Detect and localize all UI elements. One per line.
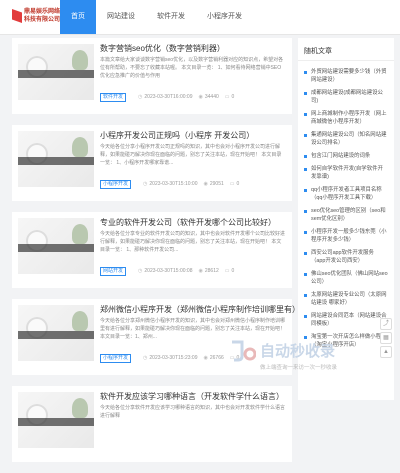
article-meta: 小程序开发 ◷ 2023-03-30T15:23:09 ◉ 26766 ▭ 0 (100, 353, 239, 363)
site-logo[interactable]: 鼎易娱乐网络 科技有限公司 (12, 6, 60, 28)
article-title[interactable]: 小程序开发公司正规吗（小程序 开发公司） (100, 130, 254, 141)
back-to-top-icon[interactable]: ▲ (380, 346, 392, 358)
comment-icon: ▭ (224, 268, 230, 274)
watermark-subtitle: 做上端查询一来访一次一秒收录 (260, 365, 338, 371)
article-title[interactable]: 专业的软件开发公司（软件开发哪个公司比较好） (100, 217, 276, 228)
article-date: 2023-03-30T16:00:09 (144, 94, 193, 100)
logo-mark-icon (12, 9, 22, 23)
article-card: 数字营销seo优化（数字营销利器） 本篇文章给大家谈谈数字营销seo优化，以及数… (12, 38, 292, 114)
article-views: 34440 (204, 94, 219, 100)
article-summary: 本篇文章给大家谈谈数字营销seo优化，以及数字营销利器对应的知识点，希望对各位有… (100, 57, 284, 79)
article-summary: 今天给各位分享软件开发应该学习哪种语言的知识，其中也会对开发软件学什么语言进行解… (100, 405, 286, 419)
sidebar-link[interactable]: 成都网站建设(成都网站建设公司) (304, 89, 388, 105)
share-icon[interactable]: ⤴ (380, 318, 392, 330)
article-views: 26766 (209, 355, 224, 361)
article-comments: 0 (236, 181, 240, 187)
sidebar-title: 随机文章 (298, 38, 394, 61)
eye-icon: ◉ (198, 94, 203, 100)
qrcode-icon[interactable]: ▦ (380, 332, 392, 344)
sidebar-link[interactable]: seo优化seo管理的区别（seo和sem优化区别） (304, 207, 388, 223)
article-thumbnail[interactable] (18, 218, 94, 274)
article-card: 专业的软件开发公司（软件开发哪个公司比较好） 今天给各位分享专业的软件开发公司的… (12, 212, 292, 288)
sidebar-link[interactable]: 外贸网站建设需要多少钱（外贸 网站建设） (304, 68, 388, 84)
sidebar-link[interactable]: 佛山seo优化团队（佛山网站seo公司） (304, 270, 388, 286)
clock-icon: ◷ (138, 268, 143, 274)
article-card: 小程序开发公司正规吗（小程序 开发公司） 今天给各位分享小程序开发公司正规吗的知… (12, 125, 292, 201)
article-date: 2023-03-30T15:23:09 (149, 355, 198, 361)
article-comments: 0 (231, 268, 235, 274)
clock-icon: ◷ (143, 355, 148, 361)
sidebar-link[interactable]: 网站建设合同范本（网站建设合同模板） (304, 312, 388, 328)
sidebar-list: 外贸网站建设需要多少钱（外贸 网站建设） 成都网站建设(成都网站建设公司) 网上… (298, 61, 394, 356)
article-views: 28612 (204, 268, 219, 274)
eye-icon: ◉ (203, 355, 208, 361)
article-date: 2023-03-30T15:10:00 (149, 181, 198, 187)
sidebar-link[interactable]: 集通网站建设公司（知名网站建设公司排名） (304, 131, 388, 147)
article-summary: 今天给各位分享专业的软件开发公司的知识，其中也会对软件开发哪个公司比较好进行解释… (100, 231, 286, 253)
article-thumbnail[interactable] (18, 305, 94, 361)
article-summary: 今天给各位分享小程序开发公司正规吗的知识，其中也会对小程序开发公司进行解释，如果… (100, 144, 282, 166)
watermark: 自动秒收录 做上端查询一来访一次一秒收录 (230, 338, 380, 378)
logo-line-2: 科技有限公司 (24, 17, 61, 23)
category-tag[interactable]: 小程序开发 (100, 353, 132, 363)
article-title[interactable]: 数字营销seo优化（数字营销利器） (100, 43, 225, 54)
sidebar-link[interactable]: 西安公司app软件开发服务（app开发公司西安） (304, 249, 388, 265)
sidebar-link[interactable]: 包含江门网站建设的词条 (304, 152, 388, 160)
article-title[interactable]: 软件开发应该学习哪种语言（开发软件学什么语言） (100, 391, 284, 402)
main-nav: 首页 网站建设 软件开发 小程序开发 (60, 0, 253, 34)
watermark-logo-icon (232, 340, 256, 362)
sidebar-link[interactable]: 如何自学软件开发(自学软件开发靠谱) (304, 165, 388, 181)
article-date: 2023-03-30T15:00:08 (144, 268, 193, 274)
category-tag[interactable]: 软件开发 (100, 92, 127, 102)
clock-icon: ◷ (138, 94, 143, 100)
article-thumbnail[interactable] (18, 392, 94, 448)
eye-icon: ◉ (198, 268, 203, 274)
article-list: 数字营销seo优化（数字营销利器） 本篇文章给大家谈谈数字营销seo优化，以及数… (12, 38, 300, 473)
nav-website-building[interactable]: 网站建设 (96, 0, 146, 34)
sidebar-link[interactable]: 小程序开发一般多少钱东莞（小程序开发多少钱） (304, 228, 388, 244)
nav-software-dev[interactable]: 软件开发 (146, 0, 196, 34)
nav-home[interactable]: 首页 (60, 0, 96, 34)
comment-icon: ▭ (229, 181, 235, 187)
category-tag[interactable]: 网站开发 (100, 266, 127, 276)
article-title[interactable]: 郑州微信小程序开发（郑州微信小程序制作培训哪里有） (100, 304, 300, 315)
sidebar-link[interactable]: 太原网站建设专业公司（太原网站建设 哪家好） (304, 291, 388, 307)
eye-icon: ◉ (203, 181, 208, 187)
article-meta: 网站开发 ◷ 2023-03-30T15:00:08 ◉ 28612 ▭ 0 (100, 266, 235, 276)
top-navbar: 鼎易娱乐网络 科技有限公司 首页 网站建设 软件开发 小程序开发 (0, 0, 400, 35)
article-meta: 小程序开发 ◷ 2023-03-30T15:10:00 ◉ 29051 ▭ 0 (100, 179, 240, 189)
sidebar-link[interactable]: 网上商城制作小程序开发（网上商城微信小程序开发） (304, 110, 388, 126)
category-tag[interactable]: 小程序开发 (100, 179, 132, 189)
nav-miniprogram-dev[interactable]: 小程序开发 (196, 0, 253, 34)
comment-icon: ▭ (224, 94, 230, 100)
clock-icon: ◷ (143, 181, 148, 187)
article-thumbnail[interactable] (18, 131, 94, 187)
sidebar-link[interactable]: qq小程序开发者工具项目名称（qq小程序开发工具下载） (304, 186, 388, 202)
article-views: 29051 (209, 181, 224, 187)
article-comments: 0 (231, 94, 235, 100)
article-meta: 软件开发 ◷ 2023-03-30T16:00:09 ◉ 34440 ▭ 0 (100, 92, 235, 102)
logo-line-1: 鼎易娱乐网络 (24, 9, 61, 15)
article-thumbnail[interactable] (18, 44, 94, 100)
article-card: 软件开发应该学习哪种语言（开发软件学什么语言） 今天给各位分享软件开发应该学习哪… (12, 386, 292, 462)
watermark-title: 自动秒收录 (260, 343, 336, 360)
